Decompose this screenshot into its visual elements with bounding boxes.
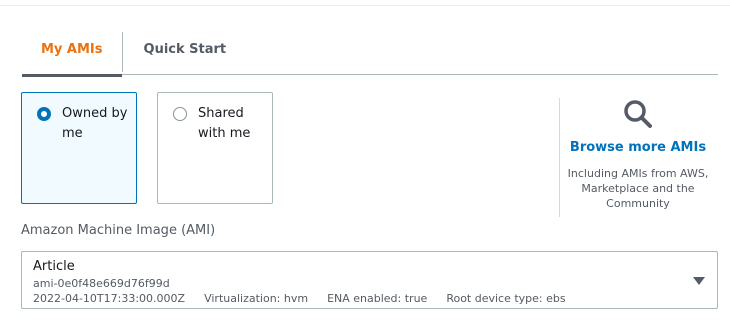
top-divider — [0, 0, 730, 6]
tab-my-amis[interactable]: My AMIs — [22, 26, 122, 77]
ami-virtualization: Virtualization: hvm — [204, 292, 309, 305]
ami-field-label: Amazon Machine Image (AMI) — [21, 223, 216, 238]
ami-source-tabs: My AMIs Quick Start — [22, 26, 718, 77]
search-icon[interactable] — [622, 98, 654, 130]
option-owned-by-me[interactable]: Owned by me — [21, 92, 137, 204]
ami-ena: ENA enabled: true — [327, 292, 428, 305]
shared-with-me-radio[interactable] — [173, 107, 187, 121]
ami-metadata: 2022-04-10T17:33:00.000Z Virtualization:… — [33, 291, 717, 306]
shared-with-me-label: Shared with me — [198, 106, 251, 141]
tab-quick-start[interactable]: Quick Start — [123, 26, 246, 75]
option-shared-with-me[interactable]: Shared with me — [157, 92, 273, 204]
vertical-divider — [559, 98, 560, 217]
owned-by-me-label: Owned by me — [62, 106, 128, 141]
browse-more-amis-link[interactable]: Browse more AMIs — [565, 140, 711, 155]
ami-select[interactable]: Article ami-0e0f48e669d76f99d 2022-04-10… — [21, 251, 718, 309]
ami-name: Article — [33, 259, 75, 274]
browse-more-amis-panel: Browse more AMIs Including AMIs from AWS… — [565, 98, 711, 211]
caret-down-icon[interactable] — [693, 277, 705, 285]
ami-root-device: Root device type: ebs — [446, 292, 566, 305]
browse-description: Including AMIs from AWS, Marketplace and… — [567, 167, 709, 210]
owned-by-me-radio[interactable] — [37, 107, 51, 121]
ami-id: ami-0e0f48e669d76f99d — [33, 277, 170, 290]
ami-created-date: 2022-04-10T17:33:00.000Z — [33, 292, 186, 305]
